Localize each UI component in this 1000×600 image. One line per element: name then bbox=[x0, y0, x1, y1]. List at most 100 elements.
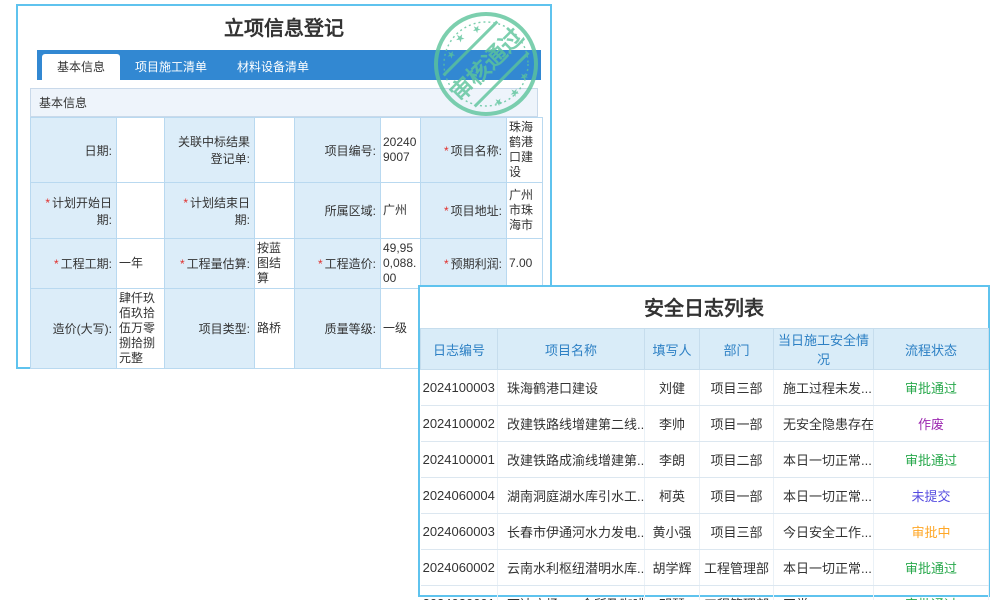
log-id-link[interactable]: 2024030001 bbox=[421, 586, 498, 600]
field-label: *预期利润: bbox=[421, 239, 507, 289]
log-filler-link[interactable]: 胡学辉 bbox=[645, 550, 700, 586]
log-status-badge: 审批通过 bbox=[874, 550, 989, 586]
log-dept: 工程管理部 bbox=[700, 550, 774, 586]
section-header: 基本信息 bbox=[30, 88, 538, 117]
field-value bbox=[255, 118, 295, 183]
field-value: 7.00 bbox=[507, 239, 543, 289]
safety-log-table: 日志编号项目名称填写人部门当日施工安全情况流程状态 2024100003珠海鹤港… bbox=[420, 328, 989, 600]
log-col-header-4: 当日施工安全情况 bbox=[774, 329, 874, 370]
log-project-link[interactable]: 万达广场35#会所及咖啡... bbox=[498, 586, 645, 600]
log-filler-link[interactable]: 邓琴 bbox=[645, 586, 700, 600]
field-label: 日期: bbox=[31, 118, 117, 183]
field-label: 项目类型: bbox=[165, 289, 255, 369]
required-asterisk: * bbox=[183, 196, 188, 210]
log-id-link[interactable]: 2024060002 bbox=[421, 550, 498, 586]
log-col-header-0: 日志编号 bbox=[421, 329, 498, 370]
required-asterisk: * bbox=[180, 257, 185, 271]
log-status-badge: 审批中 bbox=[874, 514, 989, 550]
log-id-link[interactable]: 2024060004 bbox=[421, 478, 498, 514]
required-asterisk: * bbox=[54, 257, 59, 271]
required-asterisk: * bbox=[45, 196, 50, 210]
tab-2[interactable]: 材料设备清单 bbox=[222, 54, 324, 80]
field-value: 广州 bbox=[381, 183, 421, 239]
tab-1[interactable]: 项目施工清单 bbox=[120, 54, 222, 80]
field-label: *计划开始日期: bbox=[31, 183, 117, 239]
field-value: 一年 bbox=[117, 239, 165, 289]
log-safety-text: 本日一切正常... bbox=[774, 478, 874, 514]
tab-bar: 基本信息项目施工清单材料设备清单 bbox=[37, 50, 541, 80]
required-asterisk: * bbox=[444, 257, 449, 271]
log-project-link[interactable]: 湖南洞庭湖水库引水工... bbox=[498, 478, 645, 514]
safety-log-panel: 安全日志列表 日志编号项目名称填写人部门当日施工安全情况流程状态 2024100… bbox=[418, 285, 990, 597]
field-value: 202409007 bbox=[381, 118, 421, 183]
log-filler-link[interactable]: 李帅 bbox=[645, 406, 700, 442]
log-project-link[interactable]: 改建铁路线增建第二线... bbox=[498, 406, 645, 442]
field-label: 所属区域: bbox=[295, 183, 381, 239]
field-value: 路桥 bbox=[255, 289, 295, 369]
log-filler-link[interactable]: 黄小强 bbox=[645, 514, 700, 550]
field-label: 关联中标结果登记单: bbox=[165, 118, 255, 183]
log-project-link[interactable]: 长春市伊通河水力发电... bbox=[498, 514, 645, 550]
field-label: *项目地址: bbox=[421, 183, 507, 239]
log-id-link[interactable]: 2024100003 bbox=[421, 370, 498, 406]
log-col-header-3: 部门 bbox=[700, 329, 774, 370]
field-label: *工程造价: bbox=[295, 239, 381, 289]
log-safety-text: 施工过程未发... bbox=[774, 370, 874, 406]
log-status-badge: 未提交 bbox=[874, 478, 989, 514]
log-status-badge: 审批通过 bbox=[874, 442, 989, 478]
field-label: 质量等级: bbox=[295, 289, 381, 369]
log-safety-text: 本日一切正常... bbox=[774, 442, 874, 478]
log-filler-link[interactable]: 刘健 bbox=[645, 370, 700, 406]
log-safety-text: 今日安全工作... bbox=[774, 514, 874, 550]
log-filler-link[interactable]: 柯英 bbox=[645, 478, 700, 514]
field-label: 造价(大写): bbox=[31, 289, 117, 369]
field-label: *工程量估算: bbox=[165, 239, 255, 289]
log-id-link[interactable]: 2024060003 bbox=[421, 514, 498, 550]
registration-title: 立项信息登记 bbox=[18, 6, 550, 46]
log-col-header-5: 流程状态 bbox=[874, 329, 989, 370]
log-id-link[interactable]: 2024100002 bbox=[421, 406, 498, 442]
field-value: 按蓝图结算 bbox=[255, 239, 295, 289]
log-status-badge: 审批通过 bbox=[874, 370, 989, 406]
log-project-link[interactable]: 珠海鹤港口建设 bbox=[498, 370, 645, 406]
log-project-link[interactable]: 改建铁路成渝线增建第... bbox=[498, 442, 645, 478]
log-col-header-2: 填写人 bbox=[645, 329, 700, 370]
form-row: *工程工期:一年*工程量估算:按蓝图结算*工程造价:49,950,088.00*… bbox=[31, 239, 543, 289]
log-row: 2024060003长春市伊通河水力发电...黄小强项目三部今日安全工作...审… bbox=[421, 514, 989, 550]
form-row: *计划开始日期: *计划结束日期: 所属区域:广州*项目地址:广州市珠海市 bbox=[31, 183, 543, 239]
field-value: 49,950,088.00 bbox=[381, 239, 421, 289]
log-row: 2024100002改建铁路线增建第二线...李帅项目一部无安全隐患存在作废 bbox=[421, 406, 989, 442]
log-id-link[interactable]: 2024100001 bbox=[421, 442, 498, 478]
field-value bbox=[117, 183, 165, 239]
log-row: 2024100001改建铁路成渝线增建第...李朗项目二部本日一切正常...审批… bbox=[421, 442, 989, 478]
log-dept: 项目一部 bbox=[700, 406, 774, 442]
log-dept: 项目三部 bbox=[700, 370, 774, 406]
log-safety-text: 本日一切正常... bbox=[774, 550, 874, 586]
log-col-header-1: 项目名称 bbox=[498, 329, 645, 370]
required-asterisk: * bbox=[444, 144, 449, 158]
form-row: 日期:关联中标结果登记单:项目编号:202409007*项目名称:珠海鹤港口建设 bbox=[31, 118, 543, 183]
tab-0[interactable]: 基本信息 bbox=[42, 54, 120, 80]
log-status-badge: 作废 bbox=[874, 406, 989, 442]
log-dept: 项目三部 bbox=[700, 514, 774, 550]
field-value: 广州市珠海市 bbox=[507, 183, 543, 239]
required-asterisk: * bbox=[318, 257, 323, 271]
log-row: 2024060004湖南洞庭湖水库引水工...柯英项目一部本日一切正常...未提… bbox=[421, 478, 989, 514]
field-value: 珠海鹤港口建设 bbox=[507, 118, 543, 183]
log-dept: 项目二部 bbox=[700, 442, 774, 478]
field-label: *计划结束日期: bbox=[165, 183, 255, 239]
field-value: 一级 bbox=[381, 289, 421, 369]
field-value bbox=[255, 183, 295, 239]
log-dept: 项目一部 bbox=[700, 478, 774, 514]
field-value: 肆仟玖佰玖拾伍万零捌拾捌元整 bbox=[117, 289, 165, 369]
field-label: 项目编号: bbox=[295, 118, 381, 183]
log-filler-link[interactable]: 李朗 bbox=[645, 442, 700, 478]
field-label: *工程工期: bbox=[31, 239, 117, 289]
log-safety-text: 正常 bbox=[774, 586, 874, 600]
log-project-link[interactable]: 云南水利枢纽潜明水库... bbox=[498, 550, 645, 586]
field-value bbox=[117, 118, 165, 183]
log-row: 2024100003珠海鹤港口建设刘健项目三部施工过程未发...审批通过 bbox=[421, 370, 989, 406]
safety-log-title: 安全日志列表 bbox=[420, 287, 988, 328]
log-status-badge: 审批通过 bbox=[874, 586, 989, 600]
log-row: 2024030001万达广场35#会所及咖啡...邓琴工程管理部正常审批通过 bbox=[421, 586, 989, 600]
